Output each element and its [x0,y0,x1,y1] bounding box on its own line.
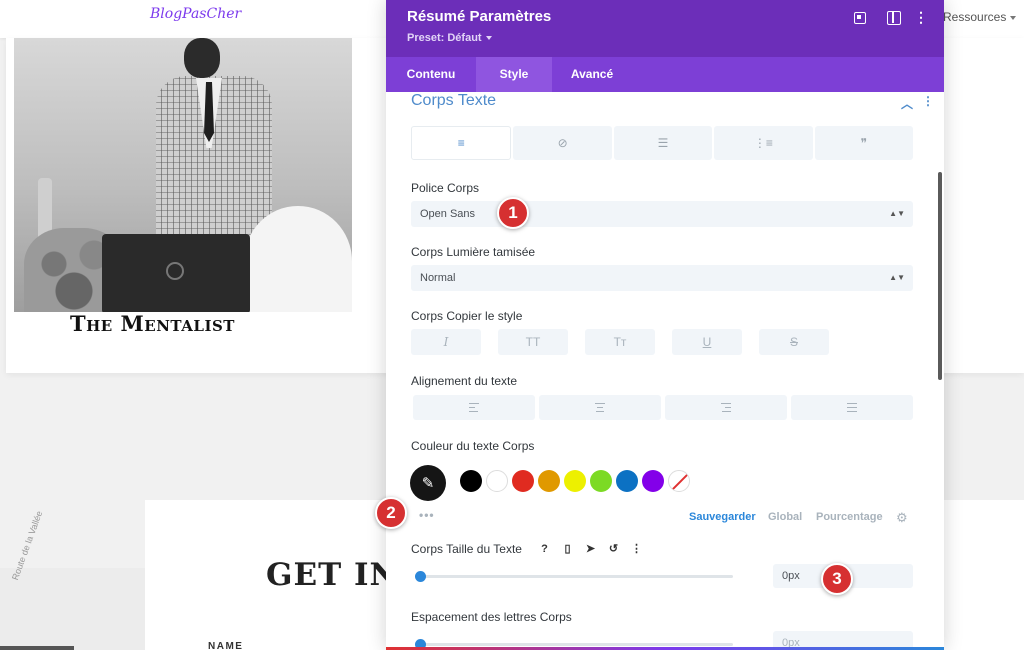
no-color-swatch[interactable] [668,470,690,492]
site-logo[interactable]: BlogPasCher [150,6,241,22]
tab-style[interactable]: Style [476,57,552,92]
uppercase-button[interactable]: TT [498,329,568,355]
annotation-badge-2: 2 [375,497,407,529]
alignment-buttons [413,395,913,420]
color-swatch-purple[interactable] [642,470,664,492]
align-center-button[interactable] [539,395,661,420]
capitalize-button[interactable]: Tт [585,329,655,355]
profile-caption: The Mentalist [70,311,235,336]
color-swatch-red[interactable] [512,470,534,492]
annotation-badge-1: 1 [497,197,529,229]
percentage-color-link[interactable]: Pourcentage [816,511,883,523]
eyedropper-icon[interactable]: ✎ [410,465,446,501]
profile-photo [14,38,352,312]
align-justify-icon [847,403,857,413]
gear-icon[interactable]: ⚙ [896,510,908,526]
modal-title: Résumé Paramètres [407,8,552,25]
font-label: Police Corps [411,181,480,195]
contact-heading: GET IN [266,557,399,593]
alignment-label: Alignement du texte [411,374,518,388]
text-type-tabs: ≡ ⊘ ☰ ⋮≡ ❞ [411,126,914,160]
align-left-button[interactable] [413,395,535,420]
spacing-slider-track[interactable] [417,643,733,646]
select-arrows-icon: ▲▼ [889,273,905,282]
size-slider-knob[interactable] [415,571,426,582]
section-menu-icon[interactable]: ⋮ [922,94,934,108]
color-swatch-blue[interactable] [616,470,638,492]
more-colors-icon[interactable]: ••• [419,508,435,522]
modal-header: Résumé Paramètres Preset: Défaut ⋮ [386,0,944,57]
color-swatch-yellow[interactable] [564,470,586,492]
unordered-list-icon[interactable]: ☰ [613,126,713,160]
align-right-button[interactable] [665,395,787,420]
link-icon[interactable]: ⊘ [513,126,612,160]
split-view-icon[interactable] [886,10,901,25]
underline-button[interactable]: U [672,329,742,355]
global-color-link[interactable]: Global [768,511,802,523]
style-label: Corps Copier le style [411,309,523,323]
modal-tabs: Contenu Style Avancé [386,57,944,92]
more-options-icon[interactable]: ⋮ [914,10,928,24]
reset-icon[interactable]: ↺ [606,542,621,557]
align-justify-button[interactable] [791,395,913,420]
help-icon[interactable]: ? [537,542,552,557]
font-select-value: Open Sans [420,208,476,220]
ordered-list-icon[interactable]: ⋮≡ [714,126,813,160]
form-name-label: NAME [208,641,244,650]
map[interactable]: Route de la Vallée [0,510,145,650]
size-slider-track[interactable] [417,575,733,578]
chevron-up-icon[interactable]: ︿ [901,95,913,112]
nav-item-ressources[interactable]: Ressources [943,10,1016,24]
map-road-label: Route de la Vallée [10,509,45,582]
align-left-icon [469,403,479,413]
size-option-icons: ? ▯ ➤ ↺ ⋮ [537,542,644,557]
kebab-icon[interactable]: ⋮ [629,542,644,557]
save-color-link[interactable]: Sauvegarder [689,511,756,523]
paragraph-align-icon[interactable]: ≡ [411,126,512,160]
preset-dropdown[interactable]: Preset: Défaut [407,32,492,44]
font-select[interactable]: Open Sans ▲▼ [411,201,913,227]
size-label: Corps Taille du Texte [411,542,522,556]
strikethrough-button[interactable]: S [759,329,829,355]
color-swatch-black[interactable] [460,470,482,492]
cursor-icon[interactable]: ➤ [583,542,598,557]
section-title[interactable]: Corps Texte [411,92,496,110]
tab-avance[interactable]: Avancé [552,57,632,92]
spacing-label: Espacement des lettres Corps [411,610,572,624]
color-swatch-green[interactable] [590,470,612,492]
weight-label: Corps Lumière tamisée [411,245,536,259]
align-center-icon [595,403,605,413]
color-swatch-orange[interactable] [538,470,560,492]
annotation-badge-3: 3 [821,563,853,595]
quote-icon[interactable]: ❞ [814,126,914,160]
align-right-icon [721,403,731,413]
color-label: Couleur du texte Corps [411,439,535,453]
color-swatch-white[interactable] [486,470,508,492]
modal-scrollbar[interactable] [938,172,942,380]
text-style-buttons: I TT Tт U S [411,329,829,355]
mobile-icon[interactable]: ▯ [560,542,575,557]
tab-contenu[interactable]: Contenu [386,57,476,92]
italic-button[interactable]: I [411,329,481,355]
weight-select-value: Normal [420,272,456,284]
select-arrows-icon: ▲▼ [889,209,905,218]
map-bar [0,646,74,650]
expand-icon[interactable] [852,10,866,24]
weight-select[interactable]: Normal ▲▼ [411,265,913,291]
